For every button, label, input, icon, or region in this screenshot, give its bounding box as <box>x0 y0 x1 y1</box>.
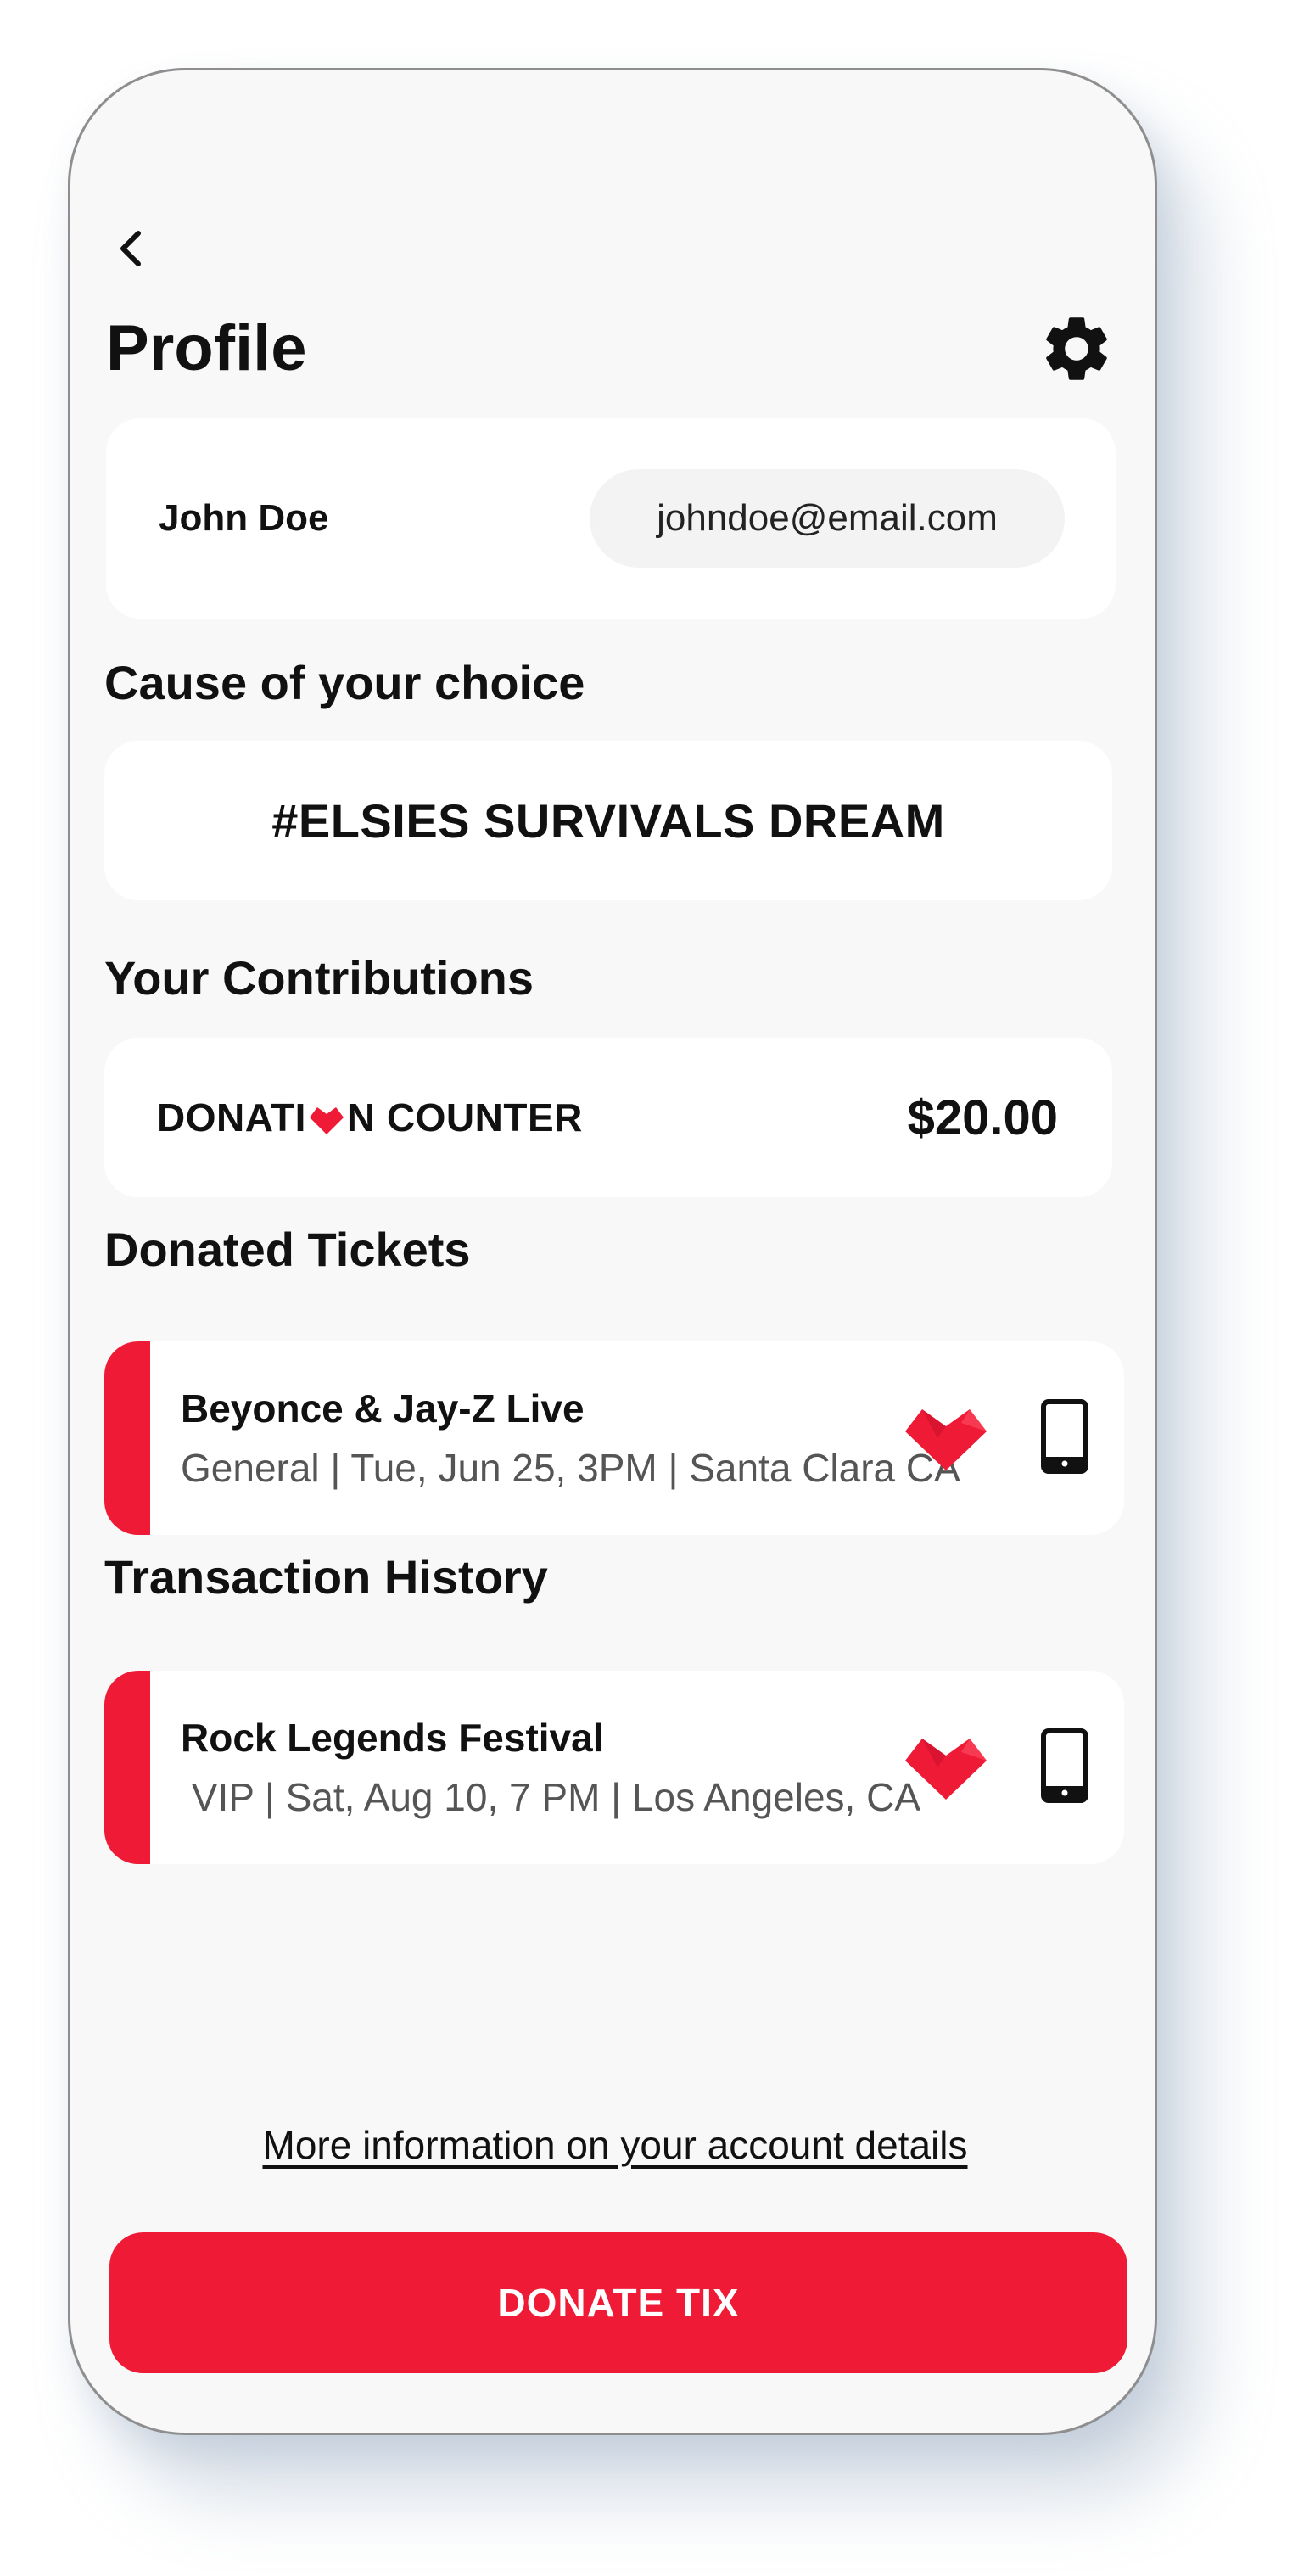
transaction-card[interactable]: Rock Legends Festival VIP | Sat, Aug 10,… <box>104 1671 1124 1864</box>
page-title: Profile <box>106 312 307 384</box>
ticket-accent-stripe <box>104 1341 150 1535</box>
transaction-history-heading: Transaction History <box>104 1550 548 1604</box>
chevron-left-icon <box>120 231 141 266</box>
phone-frame: Profile John Doe johndoe@email.com Cause… <box>68 68 1157 2435</box>
donate-tix-button[interactable]: DONATE TIX <box>109 2232 1127 2373</box>
back-button[interactable] <box>106 223 157 274</box>
contributions-heading: Your Contributions <box>104 951 534 1005</box>
ticket-details: General | Tue, Jun 25, 3PM | Santa Clara… <box>181 1446 960 1490</box>
user-info-card: John Doe johndoe@email.com <box>106 418 1116 619</box>
cause-card[interactable]: #ELSIES SURVIVALS DREAM <box>104 741 1112 900</box>
donated-tickets-heading: Donated Tickets <box>104 1223 471 1276</box>
donation-counter-label: DONATI N COUNTER <box>157 1038 583 1197</box>
transaction-details: VIP | Sat, Aug 10, 7 PM | Los Angeles, C… <box>181 1775 921 1819</box>
heart-icon <box>309 1107 344 1134</box>
ticket-title: Beyonce & Jay-Z Live <box>181 1386 585 1431</box>
counter-label-part-1: DONATI <box>157 1095 306 1140</box>
screen: Profile John Doe johndoe@email.com Cause… <box>0 0 1298 2576</box>
mobile-phone-icon[interactable] <box>1041 1728 1088 1803</box>
heart-icon <box>905 1739 987 1800</box>
settings-button[interactable] <box>1036 308 1117 389</box>
ticket-card[interactable]: Beyonce & Jay-Z Live General | Tue, Jun … <box>104 1341 1124 1535</box>
cause-name: #ELSIES SURVIVALS DREAM <box>271 793 945 848</box>
donation-counter-card: DONATI N COUNTER $20.00 <box>104 1038 1112 1197</box>
gear-icon <box>1046 317 1107 380</box>
email-field[interactable]: johndoe@email.com <box>590 469 1065 568</box>
donation-amount: $20.00 <box>907 1089 1058 1145</box>
transaction-title: Rock Legends Festival <box>181 1716 604 1760</box>
account-details-link[interactable]: More information on your account details <box>70 2122 1155 2168</box>
mobile-phone-icon[interactable] <box>1041 1399 1088 1474</box>
user-name: John Doe <box>159 497 329 539</box>
heart-icon <box>905 1409 987 1470</box>
counter-label-part-2: N COUNTER <box>346 1095 583 1140</box>
transaction-accent-stripe <box>104 1671 150 1864</box>
cause-heading: Cause of your choice <box>104 656 585 709</box>
